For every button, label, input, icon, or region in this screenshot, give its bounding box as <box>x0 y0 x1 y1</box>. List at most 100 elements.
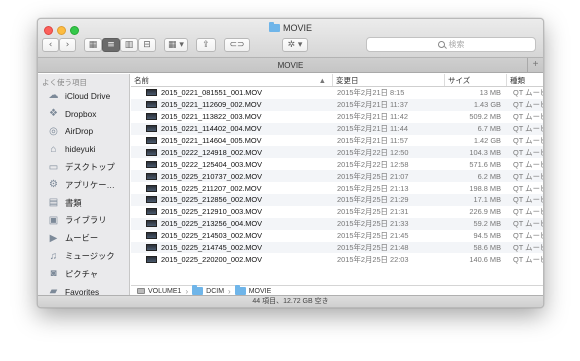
search-input[interactable]: 検索 <box>366 37 536 52</box>
file-date: 2015年2月25日 21:13 <box>337 183 409 193</box>
file-row[interactable]: 2015_0222_124918_002.MOV 2015年2月22日 12:50… <box>131 146 543 159</box>
file-date: 2015年2月21日 11:44 <box>337 124 408 134</box>
file-row[interactable]: 2015_0225_220200_002.MOV 2015年2月25日 22:03… <box>131 253 543 265</box>
list-view-button[interactable]: ≡ <box>102 38 120 52</box>
file-row[interactable]: 2015_0225_214503_002.MOV 2015年2月25日 21:45… <box>131 230 543 242</box>
tab-bar: MOVIE + <box>38 58 543 73</box>
file-row[interactable]: 2015_0221_113822_003.MOV 2015年2月21日 11:42… <box>131 111 543 123</box>
file-row[interactable]: 2015_0225_212910_003.MOV 2015年2月25日 21:31… <box>131 206 543 218</box>
file-date: 2015年2月21日 11:37 <box>337 100 408 110</box>
tab-movie[interactable]: MOVIE <box>278 61 304 70</box>
share-button[interactable]: ⇪ <box>196 38 216 52</box>
finder-window: MOVIE ‹ › ▦ ≡ ▥ ⊟ ▦ ▾ ⇪ ⊂⊃ ✲ ▾ 検索 MOVIE … <box>37 18 544 308</box>
file-size: 140.6 MB <box>469 254 501 264</box>
new-tab-button[interactable]: + <box>527 58 543 73</box>
sidebar-item-label: 書類 <box>65 197 82 208</box>
column-size-header[interactable]: サイズ <box>445 74 507 86</box>
arrange-button[interactable]: ▦ ▾ <box>164 38 188 52</box>
path-movie[interactable]: MOVIE <box>249 288 272 295</box>
forward-button[interactable]: › <box>59 38 76 52</box>
file-kind: QT ムービー <box>513 254 543 264</box>
file-date: 2015年2月25日 21:48 <box>337 243 409 253</box>
sidebar-item-icon: ▣ <box>48 214 59 226</box>
column-kind-header[interactable]: 種類 <box>507 74 543 86</box>
sidebar-item[interactable]: ▣ ライブラリ <box>38 212 129 230</box>
path-volume[interactable]: VOLUME1 <box>148 288 181 295</box>
sidebar-item-icon: ⚙ <box>49 179 58 191</box>
back-button[interactable]: ‹ <box>42 38 59 52</box>
movie-file-icon <box>146 255 157 263</box>
movie-file-icon <box>146 89 157 97</box>
file-row[interactable]: 2015_0221_081551_001.MOV 2015年2月21日 8:15 1… <box>131 87 543 99</box>
file-row[interactable]: 2015_0225_212856_002.MOV 2015年2月25日 21:29… <box>131 194 543 206</box>
action-button[interactable]: ✲ ▾ <box>282 38 308 52</box>
sidebar-item[interactable]: ⌂ hideyuki <box>38 140 129 158</box>
file-row[interactable]: 2015_0225_214745_002.MOV 2015年2月25日 21:48… <box>131 241 543 254</box>
sidebar-item-icon: ❖ <box>49 108 58 120</box>
file-kind: QT ムービー <box>513 231 543 241</box>
file-name-cell: 2015_0222_125404_003.MOV <box>131 160 333 169</box>
file-row[interactable]: 2015_0221_114402_004.MOV 2015年2月21日 11:44… <box>131 122 543 135</box>
file-list: 名前 ▲ 変更日 サイズ 種類 2015_0221_081551_001.MOV 2… <box>131 74 543 285</box>
sidebar-heading: よく使う項目 <box>42 78 87 87</box>
file-row[interactable]: 2015_0225_210737_002.MOV 2015年2月25日 21:07… <box>131 170 543 183</box>
file-size: 509.2 MB <box>469 112 501 122</box>
file-kind: QT ムービー <box>513 112 543 122</box>
sidebar-item-icon: ◙ <box>50 268 57 280</box>
column-name-header[interactable]: 名前 ▲ <box>131 74 333 86</box>
sidebar-item-label: hideyuki <box>65 144 96 155</box>
file-size: 198.8 MB <box>469 183 501 193</box>
window-title: MOVIE <box>38 22 543 33</box>
file-date: 2015年2月21日 8:15 <box>337 88 405 98</box>
tag-button[interactable]: ⊂⊃ <box>224 38 250 52</box>
sidebar-item-label: ライブラリ <box>65 215 107 226</box>
sidebar-item[interactable]: ⚙ アプリケー… <box>38 176 129 194</box>
sidebar-item[interactable]: ❖ Dropbox <box>38 105 129 123</box>
file-date: 2015年2月22日 12:58 <box>337 159 409 169</box>
file-size: 59.2 MB <box>473 219 501 229</box>
file-row[interactable]: 2015_0221_114604_005.MOV 2015年2月21日 11:57… <box>131 135 543 147</box>
file-size: 94.5 MB <box>473 231 501 241</box>
file-row[interactable]: 2015_0225_211207_002.MOV 2015年2月25日 21:13… <box>131 182 543 194</box>
sidebar-item[interactable]: ☁ iCloud Drive <box>38 87 129 105</box>
sidebar-item[interactable]: ▭ デスクトップ <box>38 158 129 176</box>
sidebar-item-icon: ♫ <box>49 250 58 262</box>
sidebar-item[interactable]: ▰ Favorites <box>38 283 129 296</box>
sidebar-item[interactable]: ▶ ムービー <box>38 229 129 247</box>
sidebar-item[interactable]: ◎ AirDrop <box>38 123 129 141</box>
file-name: 2015_0221_081551_001.MOV <box>161 88 263 98</box>
sidebar-item-icon: ▭ <box>48 161 59 173</box>
icon-view-button[interactable]: ▦ <box>84 38 102 52</box>
file-kind: QT ムービー <box>513 100 543 110</box>
file-date: 2015年2月25日 21:45 <box>337 231 409 241</box>
file-name-cell: 2015_0225_214745_002.MOV <box>131 243 333 252</box>
coverflow-view-button[interactable]: ⊟ <box>138 38 156 52</box>
title-bar[interactable]: MOVIE ‹ › ▦ ≡ ▥ ⊟ ▦ ▾ ⇪ ⊂⊃ ✲ ▾ 検索 <box>38 19 543 58</box>
file-name: 2015_0225_214503_002.MOV <box>161 231 263 241</box>
file-date: 2015年2月25日 21:07 <box>337 171 409 181</box>
file-row[interactable]: 2015_0221_112609_002.MOV 2015年2月21日 11:37… <box>131 98 543 111</box>
movie-file-icon <box>146 101 157 109</box>
folder-icon <box>192 285 204 295</box>
window-title-label: MOVIE <box>282 23 312 33</box>
file-name-cell: 2015_0225_212910_003.MOV <box>131 207 333 216</box>
sidebar-item[interactable]: ▤ 書類 <box>38 194 129 212</box>
path-dcim[interactable]: DCIM <box>206 288 224 295</box>
file-kind: QT ムービー <box>513 159 543 169</box>
column-date-header[interactable]: 変更日 <box>333 74 445 86</box>
file-kind: QT ムービー <box>513 124 543 134</box>
column-view-button[interactable]: ▥ <box>120 38 138 52</box>
file-name-cell: 2015_0221_081551_001.MOV <box>131 88 333 97</box>
file-size: 6.2 MB <box>477 171 501 181</box>
movie-file-icon <box>146 196 157 204</box>
file-row[interactable]: 2015_0225_213256_004.MOV 2015年2月25日 21:33… <box>131 217 543 230</box>
file-name-cell: 2015_0222_124918_002.MOV <box>131 148 333 157</box>
sidebar-item-label: Dropbox <box>65 108 97 119</box>
sidebar-item[interactable]: ♫ ミュージック <box>38 247 129 265</box>
file-name: 2015_0225_213256_004.MOV <box>161 219 263 229</box>
sidebar-item[interactable]: ◙ ピクチャ <box>38 265 129 283</box>
file-row[interactable]: 2015_0222_125404_003.MOV 2015年2月22日 12:58… <box>131 158 543 170</box>
sidebar-item-label: アプリケー… <box>65 179 115 190</box>
file-date: 2015年2月25日 21:33 <box>337 219 409 229</box>
file-size: 226.9 MB <box>469 207 501 217</box>
